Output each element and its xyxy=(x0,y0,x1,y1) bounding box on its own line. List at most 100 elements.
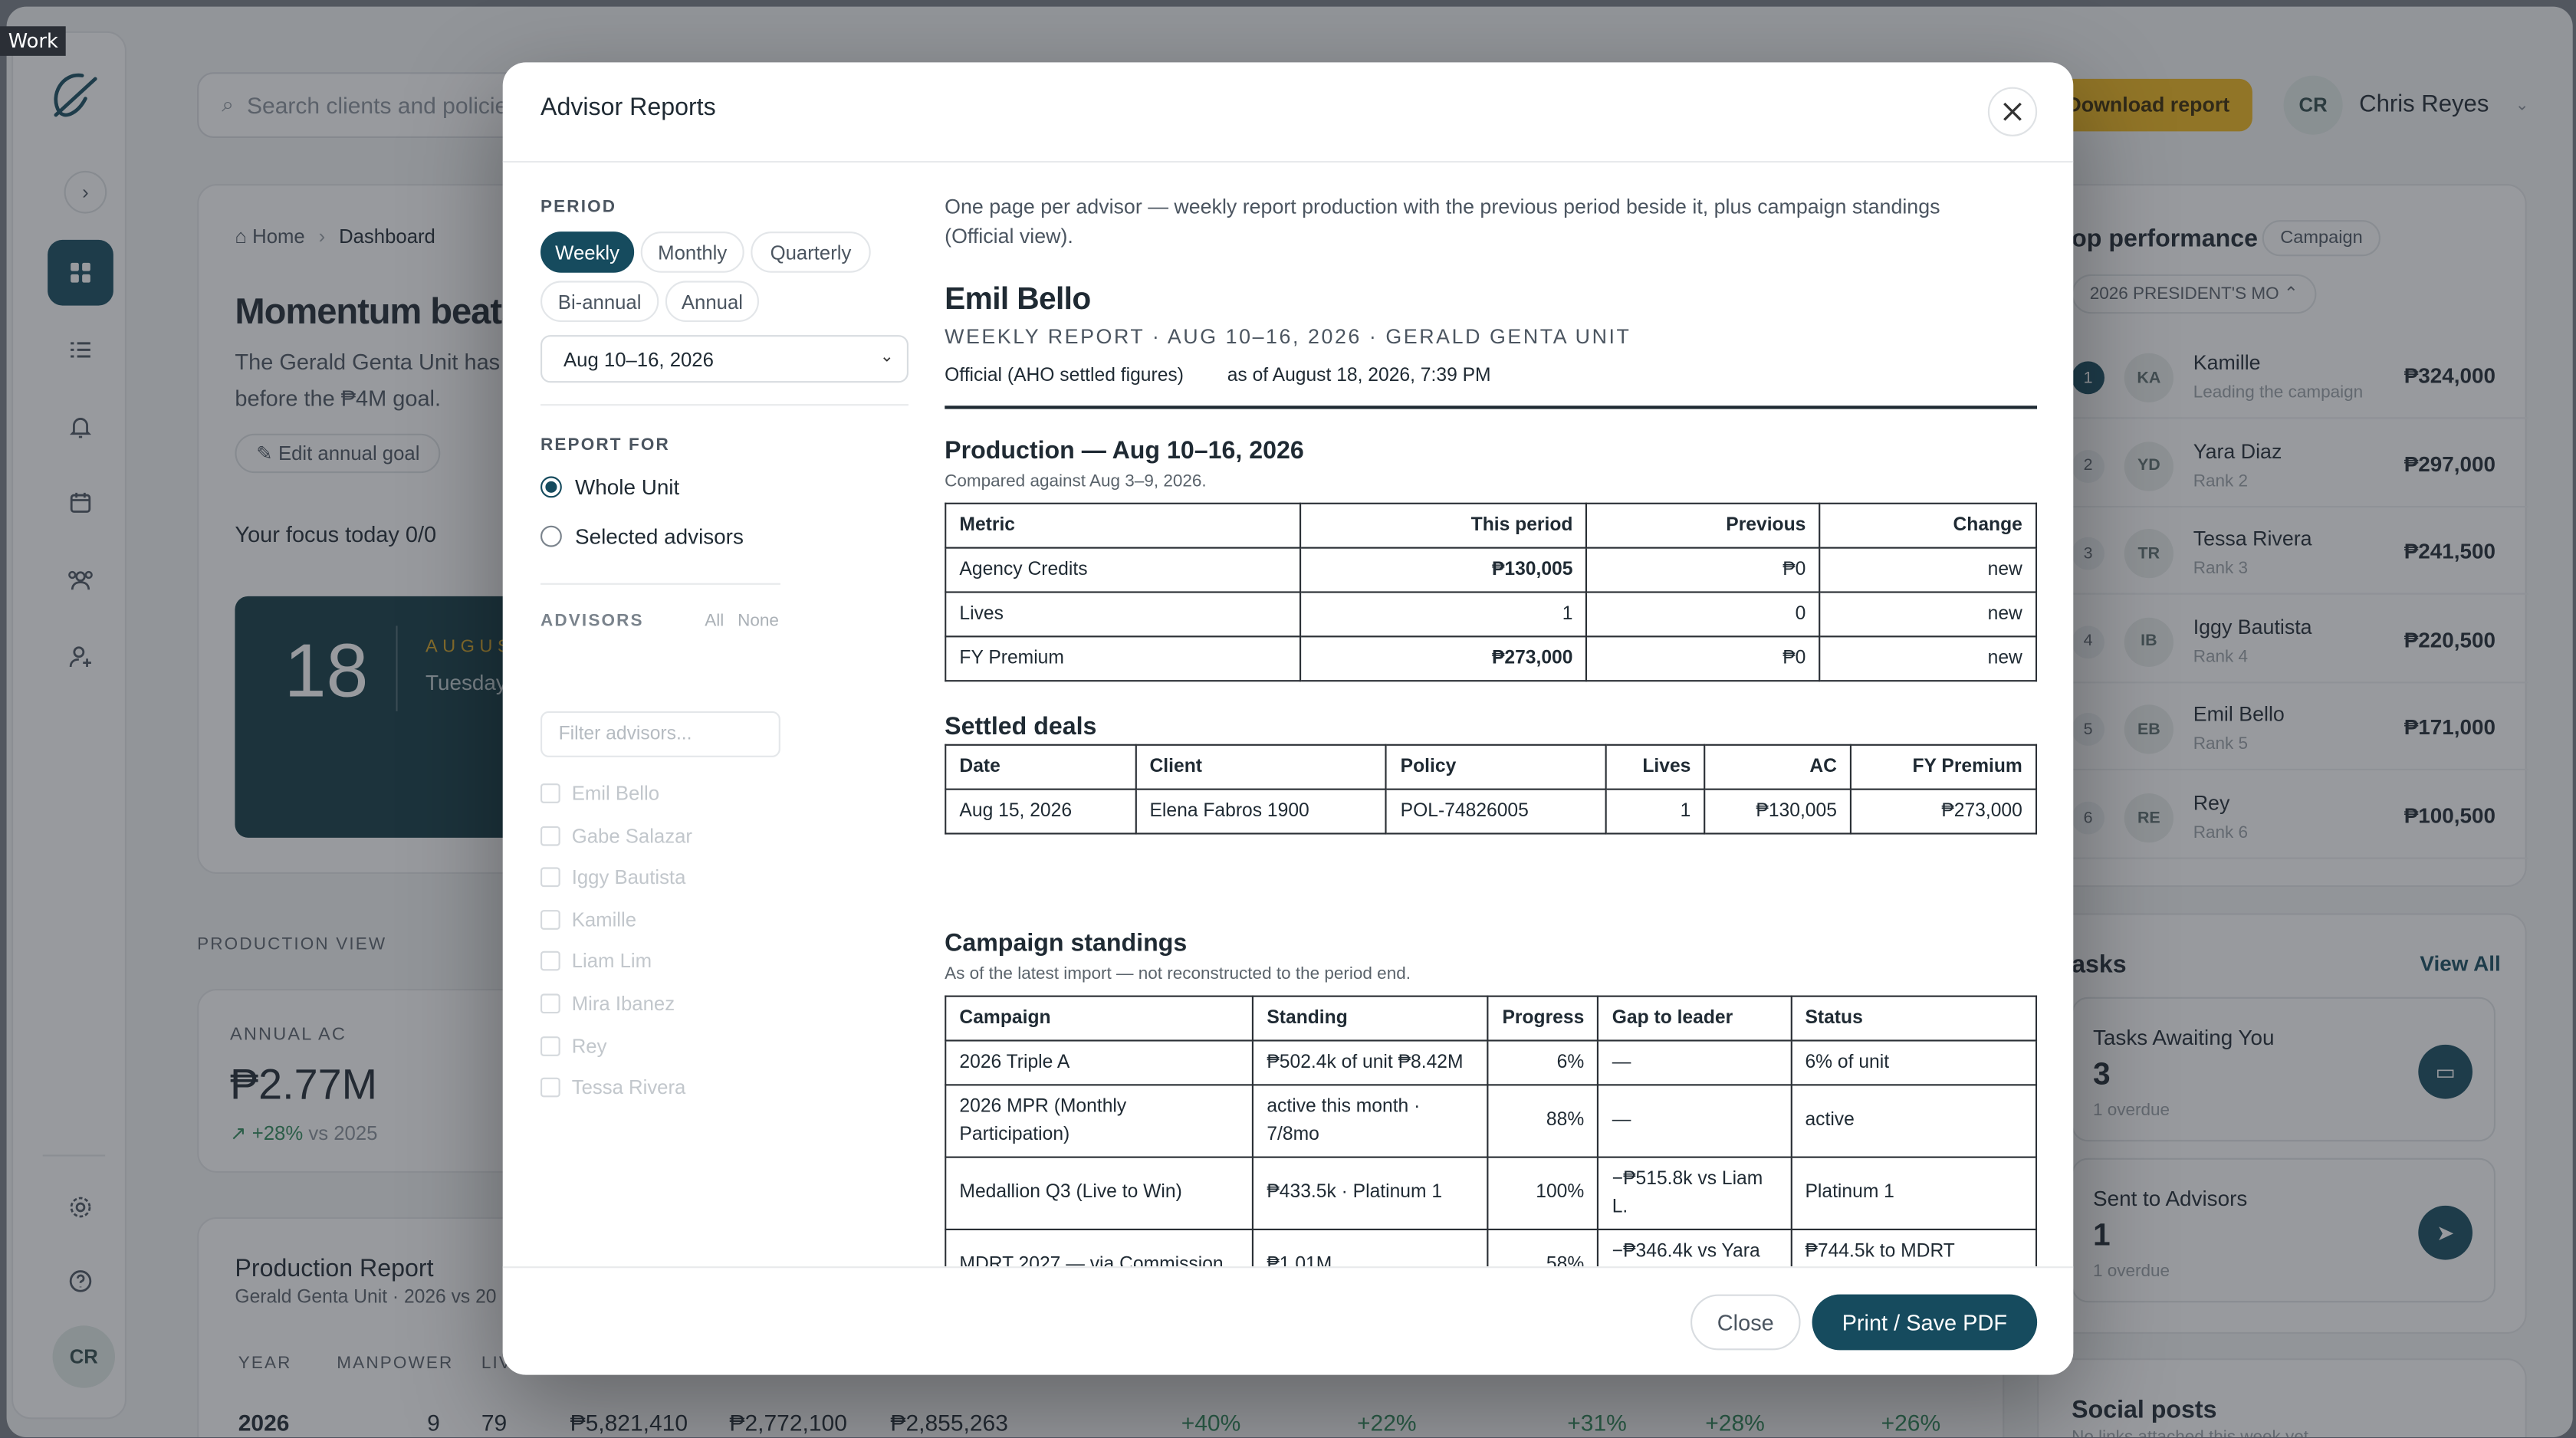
table-cell: Agency Credits xyxy=(945,547,1301,593)
radio-whole-unit[interactable]: Whole Unit xyxy=(540,474,679,499)
table-cell: new xyxy=(1819,591,2038,638)
table-cell: ₱433.5k · Platinum 1 xyxy=(1252,1156,1490,1230)
period-annual[interactable]: Annual xyxy=(665,281,759,322)
table-cell: ₱1.01M xyxy=(1252,1228,1490,1267)
advisor-label: Kamille xyxy=(571,908,637,931)
advisor-reports-modal: Advisor Reports PERIOD Weekly Monthly Qu… xyxy=(502,62,2074,1375)
table-cell: 1 xyxy=(1605,788,1706,835)
table-cell: ₱744.5k to MDRT Member xyxy=(1790,1228,2038,1267)
table-row: Agency Credits ₱130,005 ₱0 new xyxy=(945,547,2038,593)
report-for-label: REPORT FOR xyxy=(540,435,670,455)
advisor-label: Mira Ibanez xyxy=(571,992,675,1016)
table-cell: FY Premium xyxy=(945,635,1301,682)
radio-whole-unit-label: Whole Unit xyxy=(575,474,680,500)
campaign-subtitle: As of the latest import — not reconstruc… xyxy=(945,964,1411,984)
checkbox xyxy=(540,1036,560,1056)
table-cell: −₱515.8k vs Liam L. xyxy=(1597,1156,1792,1230)
advisors-select-all[interactable]: All xyxy=(705,611,724,631)
settled-deals-table: Date Client Policy Lives AC FY Premium Aug 15… xyxy=(945,744,2038,835)
advisor-checkbox-item[interactable]: Tessa Rivera xyxy=(540,1076,685,1099)
table-cell: ₱0 xyxy=(1585,635,1821,682)
period-bi-annual[interactable]: Bi-annual xyxy=(540,281,659,322)
campaign-header: Standing xyxy=(1252,995,1490,1042)
intro-line-1: One page per advisor — weekly report pro… xyxy=(945,195,1940,218)
table-cell: 6% xyxy=(1487,1039,1599,1086)
advisors-select-none[interactable]: None xyxy=(738,611,779,631)
divider xyxy=(540,404,909,406)
advisors-filter-input[interactable]: Filter advisors... xyxy=(540,711,780,757)
advisor-checkbox-item[interactable]: Emil Bello xyxy=(540,782,659,805)
table-cell: −₱346.4k vs Yara D. xyxy=(1597,1228,1792,1267)
date-range-value: Aug 10–16, 2026 xyxy=(564,347,714,371)
period-weekly[interactable]: Weekly xyxy=(540,231,635,273)
radio-indicator xyxy=(540,525,562,547)
table-cell: ₱130,005 xyxy=(1704,788,1852,835)
advisor-checkbox-item[interactable]: Gabe Salazar xyxy=(540,824,692,847)
close-icon xyxy=(2003,102,2022,121)
checkbox xyxy=(540,993,560,1014)
table-cell: active this month · 7/8mo xyxy=(1252,1084,1490,1158)
settled-header: Lives xyxy=(1605,744,1706,790)
table-cell: 2026 MPR (Monthly Participation) xyxy=(945,1084,1254,1158)
radio-selected-advisors[interactable]: Selected advisors xyxy=(540,524,744,549)
divider xyxy=(540,583,780,585)
period-label: PERIOD xyxy=(540,197,617,217)
table-cell: Medallion Q3 (Live to Win) xyxy=(945,1156,1254,1230)
table-cell: ₱273,000 xyxy=(1299,635,1588,682)
settled-header: Client xyxy=(1135,744,1388,790)
date-range-select[interactable]: Aug 10–16, 2026 ⌄ xyxy=(540,335,909,383)
report-as-of: as of August 18, 2026, 7:39 PM xyxy=(1227,366,1491,386)
advisor-checkbox-item[interactable]: Rey xyxy=(540,1034,606,1057)
table-cell: ₱273,000 xyxy=(1850,788,2038,835)
period-monthly[interactable]: Monthly xyxy=(640,231,744,273)
checkbox xyxy=(540,825,560,845)
period-quarterly[interactable]: Quarterly xyxy=(751,231,871,273)
checkbox xyxy=(540,867,560,888)
advisor-name: Emil Bello xyxy=(945,282,1091,317)
table-cell: — xyxy=(1597,1039,1792,1086)
table-row: 2026 Triple A ₱502.4k of unit ₱8.42M 6% —6%… xyxy=(945,1039,2038,1086)
settled-header: Date xyxy=(945,744,1137,790)
close-button[interactable]: Close xyxy=(1691,1294,1801,1351)
table-cell: 6% of unit xyxy=(1790,1039,2038,1086)
checkbox xyxy=(540,1078,560,1098)
table-cell: 100% xyxy=(1487,1156,1599,1230)
advisor-label: Liam Lim xyxy=(571,950,652,973)
advisor-label: Gabe Salazar xyxy=(571,823,692,847)
campaign-header: Status xyxy=(1790,995,2038,1042)
table-cell: 88% xyxy=(1487,1084,1599,1158)
advisor-checkbox-item[interactable]: Iggy Bautista xyxy=(540,866,685,889)
production-title: Production — Aug 10–16, 2026 xyxy=(945,437,1304,465)
advisor-label: Rey xyxy=(571,1034,607,1058)
advisor-checkbox-item[interactable]: Liam Lim xyxy=(540,950,652,973)
table-cell: Elena Fabros 1900 xyxy=(1135,788,1388,835)
production-table: Metric This period Previous Change Agency C… xyxy=(945,502,2038,682)
checkbox xyxy=(540,783,560,803)
radio-selected-advisors-label: Selected advisors xyxy=(575,524,744,549)
table-row: FY Premium ₱273,000 ₱0 new xyxy=(945,635,2038,682)
modal-title: Advisor Reports xyxy=(540,94,716,122)
close-modal-button[interactable] xyxy=(1987,87,2038,136)
advisor-checkbox-item[interactable]: Kamille xyxy=(540,908,636,931)
table-cell: Lives xyxy=(945,591,1301,638)
production-header: Change xyxy=(1819,502,2038,549)
advisor-label: Iggy Bautista xyxy=(571,865,686,889)
table-cell: ₱130,005 xyxy=(1299,547,1588,593)
settled-header: Policy xyxy=(1385,744,1608,790)
table-cell: — xyxy=(1597,1084,1792,1158)
settled-header: AC xyxy=(1704,744,1852,790)
advisor-label: Tessa Rivera xyxy=(571,1075,686,1099)
report-source: Official (AHO settled figures) xyxy=(945,366,1184,386)
report-subtitle: WEEKLY REPORT · AUG 10–16, 2026 · GERALD… xyxy=(945,325,1631,349)
campaign-header: Campaign xyxy=(945,995,1254,1042)
print-save-pdf-button[interactable]: Print / Save PDF xyxy=(1812,1294,2038,1351)
table-row: Medallion Q3 (Live to Win) ₱433.5k · Plat… xyxy=(945,1156,2038,1230)
advisor-checkbox-item[interactable]: Mira Ibanez xyxy=(540,992,675,1015)
work-tag: Work xyxy=(0,26,67,56)
advisor-label: Emil Bello xyxy=(571,781,660,805)
production-header: Metric xyxy=(945,502,1301,549)
production-header: Previous xyxy=(1585,502,1821,549)
settled-title: Settled deals xyxy=(945,713,1097,741)
table-cell: Platinum 1 xyxy=(1790,1156,2038,1230)
table-cell: new xyxy=(1819,635,2038,682)
